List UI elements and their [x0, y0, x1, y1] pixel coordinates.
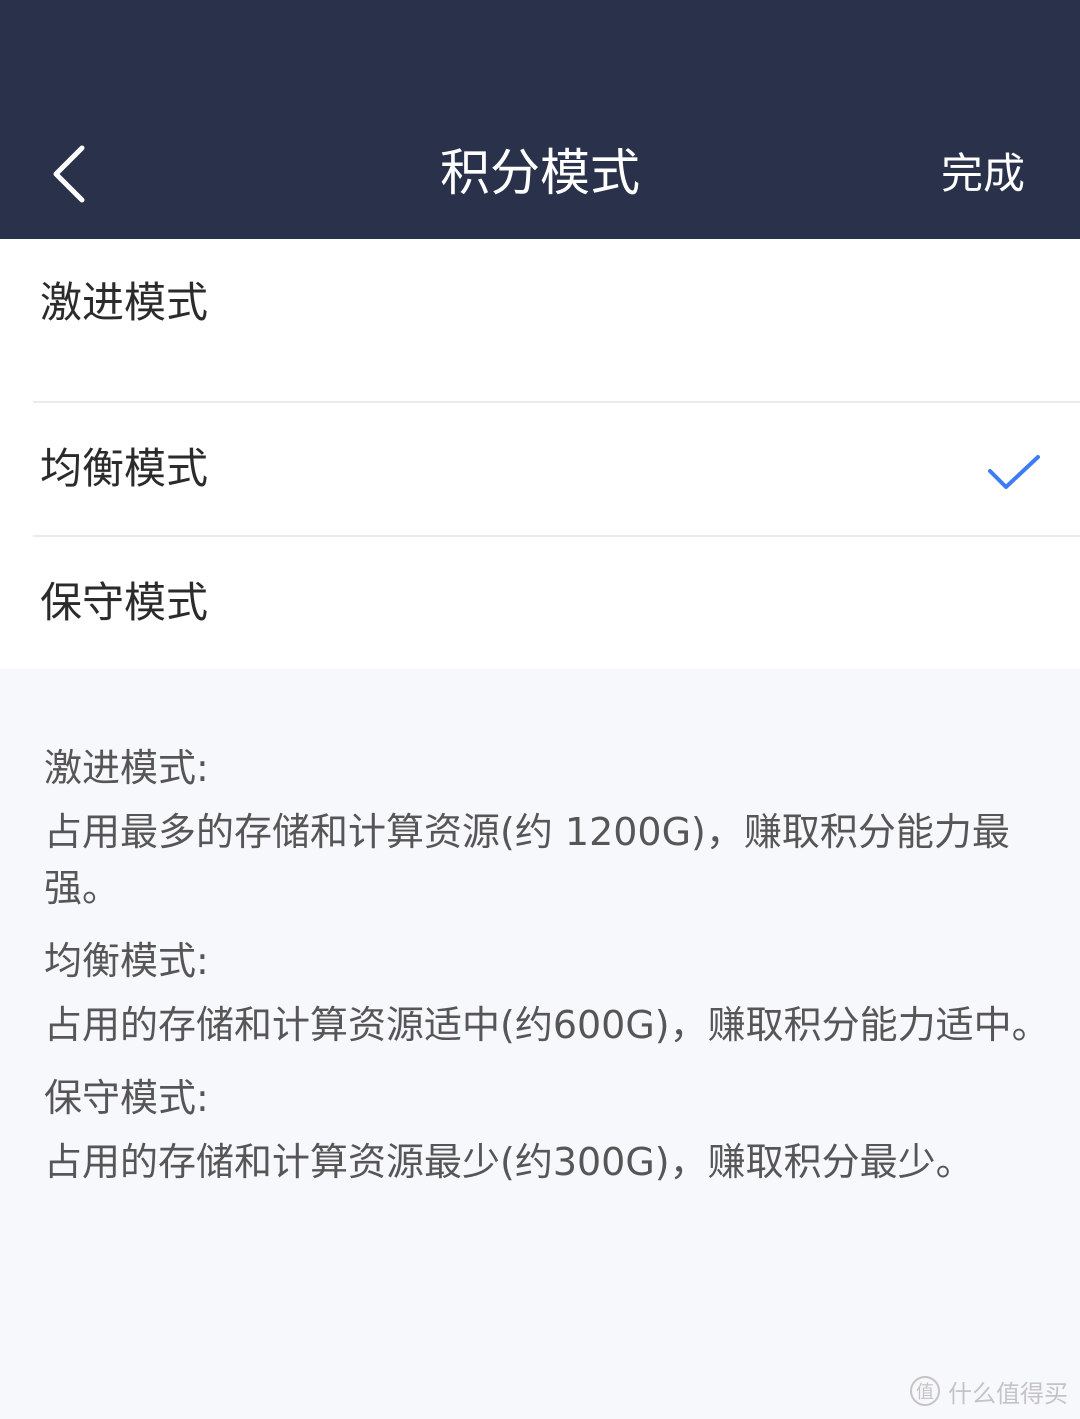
option-label: 激进模式: [40, 278, 209, 327]
option-balanced[interactable]: 均衡模式: [0, 403, 1080, 537]
option-label: 均衡模式: [40, 444, 209, 493]
watermark: 值 什么值得买: [910, 1373, 1068, 1409]
watermark-logo-icon: 值: [910, 1376, 940, 1406]
page-title: 积分模式: [440, 144, 640, 202]
description-title: 保守模式:: [44, 1076, 209, 1120]
description-title: 均衡模式:: [44, 939, 209, 983]
navigation-bar: 积分模式 完成: [0, 0, 1080, 239]
description-conservative: 保守模式: 占用的存储和计算资源最少(约300G)，赚取积分最少。: [44, 1070, 1074, 1190]
description-body: 占用的存储和计算资源最少(约300G)，赚取积分最少。: [44, 1140, 974, 1184]
option-aggressive[interactable]: 激进模式: [0, 239, 1080, 373]
watermark-text: 什么值得买: [948, 1379, 1068, 1408]
mode-options-list: 激进模式 均衡模式 保守模式: [0, 239, 1080, 669]
checkmark-icon: [986, 453, 1042, 495]
description-title: 激进模式:: [44, 746, 209, 790]
description-body: 占用的存储和计算资源适中(约600G)，赚取积分能力适中。: [44, 1003, 1050, 1047]
option-conservative[interactable]: 保守模式: [0, 537, 1080, 671]
description-balanced: 均衡模式: 占用的存储和计算资源适中(约600G)，赚取积分能力适中。: [44, 933, 1074, 1053]
description-aggressive: 激进模式: 占用最多的存储和计算资源(约 1200G)，赚取积分能力最强。: [44, 740, 1074, 916]
description-body: 占用最多的存储和计算资源(约 1200G)，赚取积分能力最强。: [44, 810, 1010, 910]
done-button[interactable]: 完成: [941, 146, 1025, 202]
mode-descriptions: 激进模式: 占用最多的存储和计算资源(约 1200G)，赚取积分能力最强。 均衡…: [44, 740, 1074, 1207]
option-label: 保守模式: [40, 578, 209, 627]
